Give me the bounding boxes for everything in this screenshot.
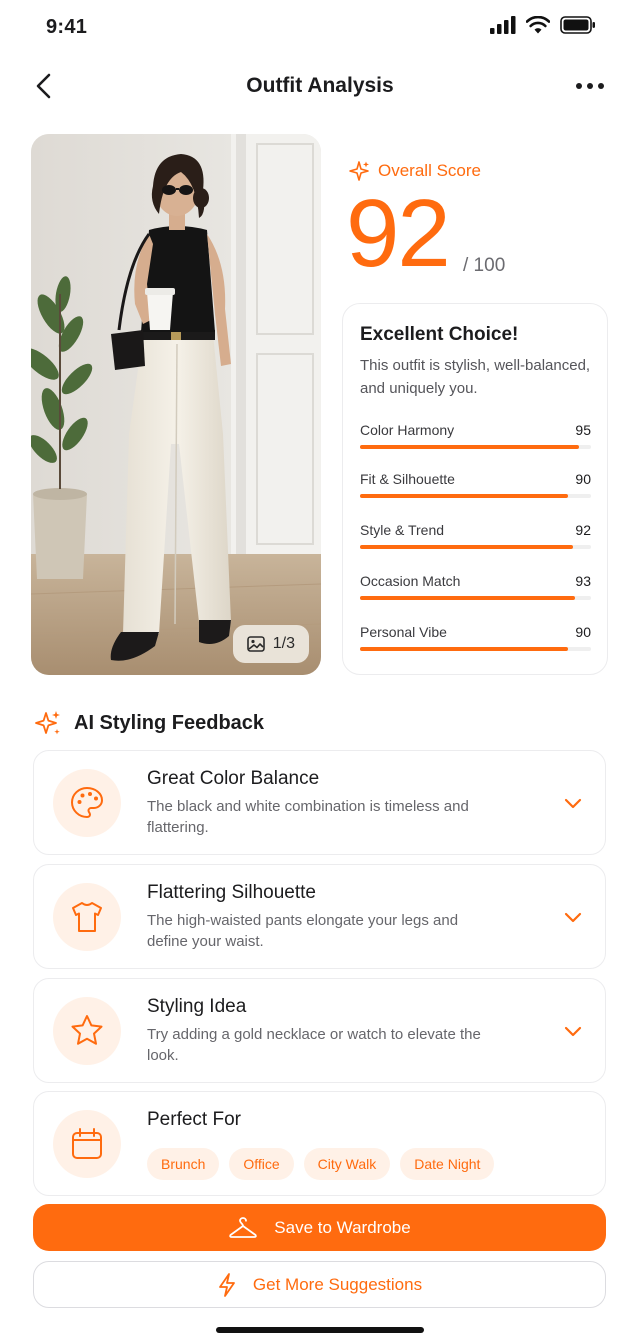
get-suggestions-button[interactable]: Get More Suggestions [33, 1261, 606, 1308]
perfect-for-title: Perfect For [147, 1109, 241, 1130]
chevron-down-icon [564, 1026, 582, 1037]
feedback-icon-circle [53, 883, 121, 951]
home-indicator [216, 1327, 424, 1333]
star-icon [71, 1015, 103, 1045]
photo-counter-label: 1/3 [272, 635, 295, 652]
occasion-tag[interactable]: Date Night [400, 1148, 495, 1180]
sparkles-icon [35, 711, 60, 735]
feedback-card-title: Great Color Balance [147, 768, 320, 789]
hanger-icon [229, 1216, 258, 1238]
page-title: Outfit Analysis [246, 74, 394, 97]
score-description: This outfit is stylish, well-balanced, a… [360, 357, 591, 397]
overall-score-title: Overall Score [378, 161, 481, 180]
feedback-icon-circle [53, 1110, 121, 1178]
expand-button[interactable] [563, 907, 583, 927]
chevron-down-icon [564, 912, 582, 923]
outfit-photo[interactable]: 1/3 [31, 134, 321, 675]
metric-name: Style & Trend [360, 522, 445, 538]
metric-fill [360, 596, 575, 600]
metric-track [360, 445, 591, 449]
more-horizontal-icon [576, 83, 604, 89]
metric-fill [360, 647, 568, 651]
save-to-wardrobe-button[interactable]: Save to Wardrobe [33, 1204, 606, 1251]
feedback-card-color-balance[interactable]: Great Color Balance The black and white … [33, 750, 606, 855]
perfect-for-card: Perfect For Brunch Office City Walk Date… [33, 1091, 606, 1196]
metric-value: 95 [575, 422, 591, 438]
feedback-title: AI Styling Feedback [74, 711, 265, 734]
feedback-card-title: Styling Idea [147, 996, 247, 1017]
chevron-down-icon [564, 798, 582, 809]
lightning-icon [219, 1272, 235, 1297]
metric-style-trend: Style & Trend 92 [360, 522, 591, 556]
expand-button[interactable] [563, 793, 583, 813]
score-headline: Excellent Choice! [360, 324, 519, 345]
feedback-card-desc: The black and white combination is timel… [147, 798, 469, 836]
status-icons [490, 16, 596, 34]
metric-personal-vibe: Personal Vibe 90 [360, 624, 591, 658]
outfit-image [31, 134, 321, 675]
metric-fill [360, 545, 573, 549]
score-breakdown-card: Excellent Choice! This outfit is stylish… [342, 303, 608, 675]
battery-icon [560, 16, 595, 34]
feedback-card-desc: The high-waisted pants elongate your leg… [147, 912, 459, 950]
occasion-tag[interactable]: Office [229, 1148, 294, 1180]
feedback-card-title: Flattering Silhouette [147, 882, 316, 903]
metric-name: Color Harmony [360, 422, 455, 438]
feedback-header: AI Styling Feedback [34, 709, 264, 737]
shirt-icon [72, 902, 102, 932]
metric-track [360, 545, 591, 549]
feedback-card-silhouette[interactable]: Flattering Silhouette The high-waisted p… [33, 864, 606, 969]
metric-name: Fit & Silhouette [360, 471, 455, 487]
expand-button[interactable] [563, 1021, 583, 1041]
calendar-icon [72, 1128, 102, 1159]
metric-name: Occasion Match [360, 573, 461, 589]
photo-counter[interactable]: 1/3 [232, 625, 309, 663]
status-time: 9:41 [46, 16, 88, 38]
status-bar: 9:41 [0, 0, 640, 56]
metric-value: 93 [575, 573, 591, 589]
metric-fill [360, 494, 568, 498]
feedback-icon-circle [53, 769, 121, 837]
overall-score-label: Overall Score [348, 160, 481, 182]
sparkle-icon [349, 161, 369, 181]
metric-track [360, 647, 591, 651]
metric-value: 92 [575, 522, 591, 538]
metric-name: Personal Vibe [360, 624, 447, 640]
overall-score-max: / 100 [463, 255, 506, 276]
metric-track [360, 494, 591, 498]
suggestions-button-label: Get More Suggestions [252, 1274, 423, 1294]
nav-bar: Outfit Analysis [0, 62, 640, 112]
signal-icon [490, 16, 516, 34]
metric-value: 90 [575, 624, 591, 640]
feedback-card-styling-idea[interactable]: Styling Idea Try adding a gold necklace … [33, 978, 606, 1083]
image-icon [246, 636, 265, 652]
metric-fit-silhouette: Fit & Silhouette 90 [360, 471, 591, 505]
metric-color-harmony: Color Harmony 95 [360, 422, 591, 456]
occasion-tags: Brunch Office City Walk Date Night [147, 1148, 495, 1180]
feedback-icon-circle [53, 997, 121, 1065]
metric-fill [360, 445, 580, 449]
metric-occasion-match: Occasion Match 93 [360, 573, 591, 607]
feedback-card-desc: Try adding a gold necklace or watch to e… [147, 1026, 481, 1064]
save-button-label: Save to Wardrobe [274, 1217, 411, 1237]
occasion-tag[interactable]: City Walk [303, 1148, 391, 1180]
metric-value: 90 [575, 471, 591, 487]
metric-track [360, 596, 591, 600]
more-options-button[interactable] [574, 74, 606, 98]
overall-score-value: 92 [346, 180, 451, 287]
wifi-icon [526, 16, 550, 34]
palette-icon [71, 787, 103, 818]
occasion-tag[interactable]: Brunch [147, 1148, 220, 1180]
